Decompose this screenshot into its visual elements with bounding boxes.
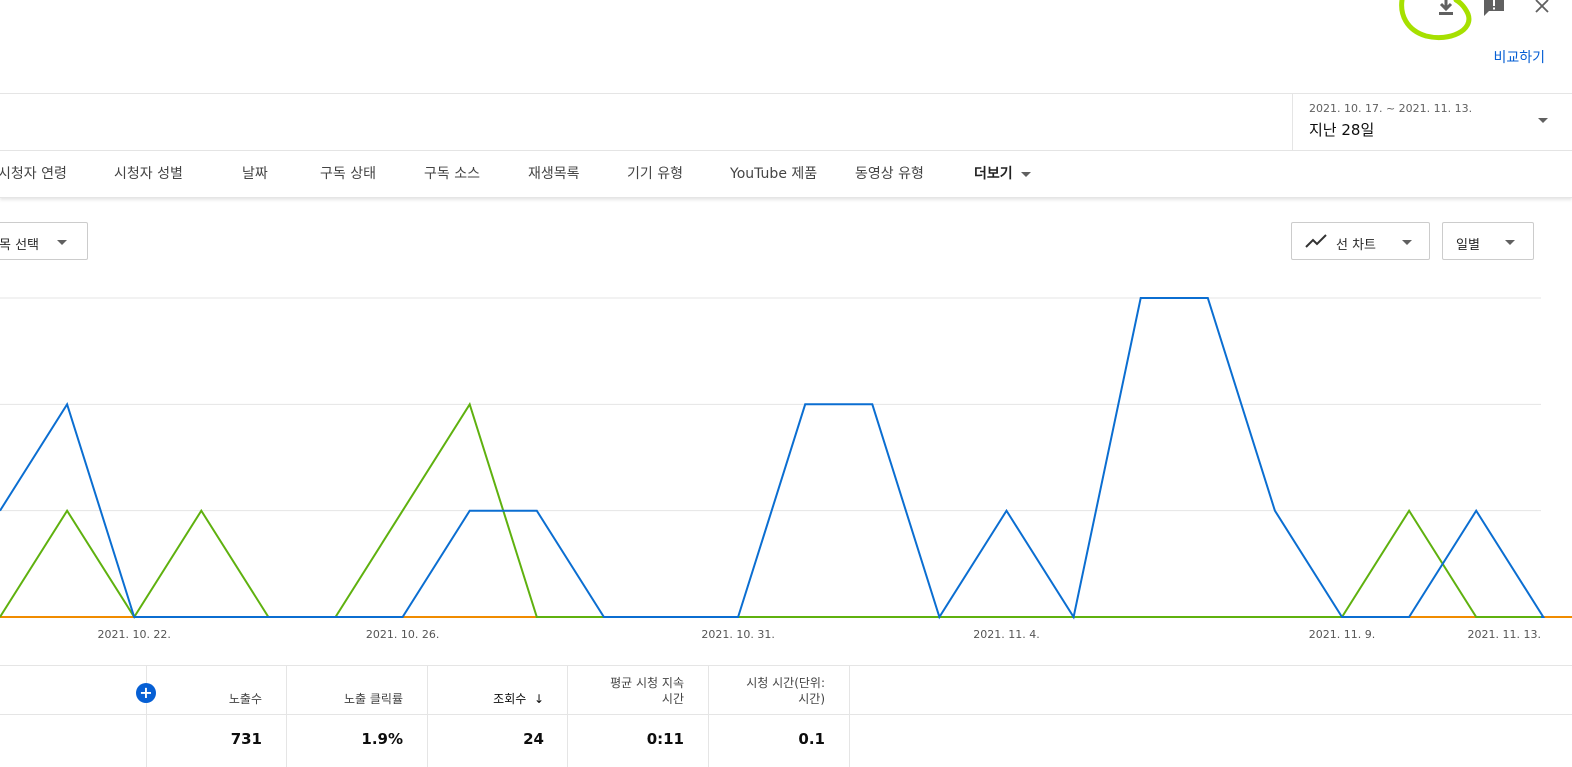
date-range-text: 2021. 10. 17. ~ 2021. 11. 13.	[1309, 102, 1473, 115]
tab-video-type[interactable]: 동영상 유형	[855, 163, 924, 183]
highlight-annotation	[1399, 0, 1472, 40]
x-tick-label: 2021. 10. 22.	[97, 628, 170, 641]
close-icon[interactable]	[1528, 0, 1556, 22]
value-ctr: 1.9%	[361, 730, 403, 748]
tab-youtube-product[interactable]: YouTube 제품	[730, 163, 817, 183]
x-tick-label: 2021. 11. 9.	[1309, 628, 1375, 641]
tab-label: 시청자 연령	[0, 166, 67, 182]
tab-device-type[interactable]: 기기 유형	[627, 163, 683, 183]
header-avg-view-duration[interactable]: 평균 시청 지속 시간	[567, 675, 684, 707]
feedback-glyph	[1484, 0, 1504, 16]
divider	[0, 665, 1572, 666]
granularity-label: 일별	[1456, 238, 1480, 253]
tab-playlist[interactable]: 재생목록	[528, 163, 580, 183]
dimension-tabs: 시청자 연령 시청자 성별 날짜 구독 상태 구독 소스 재생목록 기기 유형 …	[0, 151, 1572, 198]
value-avg-view-duration: 0:11	[646, 730, 684, 748]
dropdown-caret-icon	[57, 240, 67, 245]
chart-type-label: 선 차트	[1336, 238, 1377, 253]
tab-subscription-source[interactable]: 구독 소스	[424, 163, 480, 183]
x-tick-label: 2021. 11. 13.	[1468, 628, 1541, 641]
dropdown-caret-icon	[1538, 118, 1548, 123]
tab-label: 시청자 성별	[114, 166, 183, 182]
tab-label: YouTube 제품	[730, 166, 818, 182]
close-glyph	[1535, 0, 1549, 13]
tab-label: 기기 유형	[627, 166, 683, 182]
header-views-label: 조회수	[493, 692, 527, 706]
tab-label: 재생목록	[528, 166, 580, 182]
tab-label: 구독 소스	[424, 166, 480, 182]
tab-label: 날짜	[242, 166, 268, 182]
header-impressions[interactable]: 노출수	[146, 691, 262, 707]
value-watch-time: 0.1	[798, 730, 825, 748]
feedback-icon[interactable]	[1480, 0, 1508, 22]
header-ctr[interactable]: 노출 클릭률	[286, 691, 403, 707]
series-blue-line[interactable]	[0, 297, 1546, 620]
chart-type-select[interactable]: 선 차트	[1291, 222, 1430, 260]
line-chart-icon	[1305, 234, 1327, 248]
column-divider	[427, 666, 428, 767]
tab-subscription-status[interactable]: 구독 상태	[320, 163, 376, 183]
dropdown-caret-icon	[1020, 171, 1031, 177]
dropdown-caret-icon	[1505, 240, 1515, 245]
column-divider	[849, 666, 850, 767]
column-divider	[146, 666, 147, 767]
tab-viewer-age[interactable]: 시청자 연령	[0, 163, 67, 183]
date-range-label: 지난 28일	[1309, 121, 1375, 139]
line-chart: 2021. 10. 22. 2021. 10. 26. 2021. 10. 31. 2…	[0, 297, 1572, 641]
tab-more[interactable]: 더보기	[974, 163, 1031, 183]
tab-label: 동영상 유형	[855, 166, 924, 182]
dropdown-caret-icon	[1402, 240, 1412, 245]
tab-label: 더보기	[974, 166, 1013, 182]
tab-viewer-gender[interactable]: 시청자 성별	[114, 163, 183, 183]
x-tick-label: 2021. 10. 31.	[701, 628, 774, 641]
header-views[interactable]: 조회수 ↓	[427, 691, 544, 707]
value-views: 24	[523, 730, 544, 748]
granularity-select[interactable]: 일별	[1442, 222, 1534, 260]
sort-arrow-icon: ↓	[533, 692, 544, 706]
tab-label: 구독 상태	[320, 166, 376, 182]
x-tick-label: 2021. 10. 26.	[366, 628, 439, 641]
metric-select[interactable]: 목 선택	[0, 222, 88, 260]
date-range-selector[interactable]: 2021. 10. 17. ~ 2021. 11. 13. 지난 28일	[1292, 94, 1572, 150]
x-tick-label: 2021. 11. 4.	[973, 628, 1039, 641]
tab-date[interactable]: 날짜	[242, 163, 268, 183]
compare-link[interactable]: 비교하기	[1493, 47, 1545, 67]
header-watch-time[interactable]: 시청 시간(단위: 시간)	[708, 675, 825, 707]
row-divider	[0, 714, 1572, 715]
value-impressions: 731	[230, 730, 262, 748]
metric-select-label: 목 선택	[0, 238, 40, 253]
column-divider	[286, 666, 287, 767]
